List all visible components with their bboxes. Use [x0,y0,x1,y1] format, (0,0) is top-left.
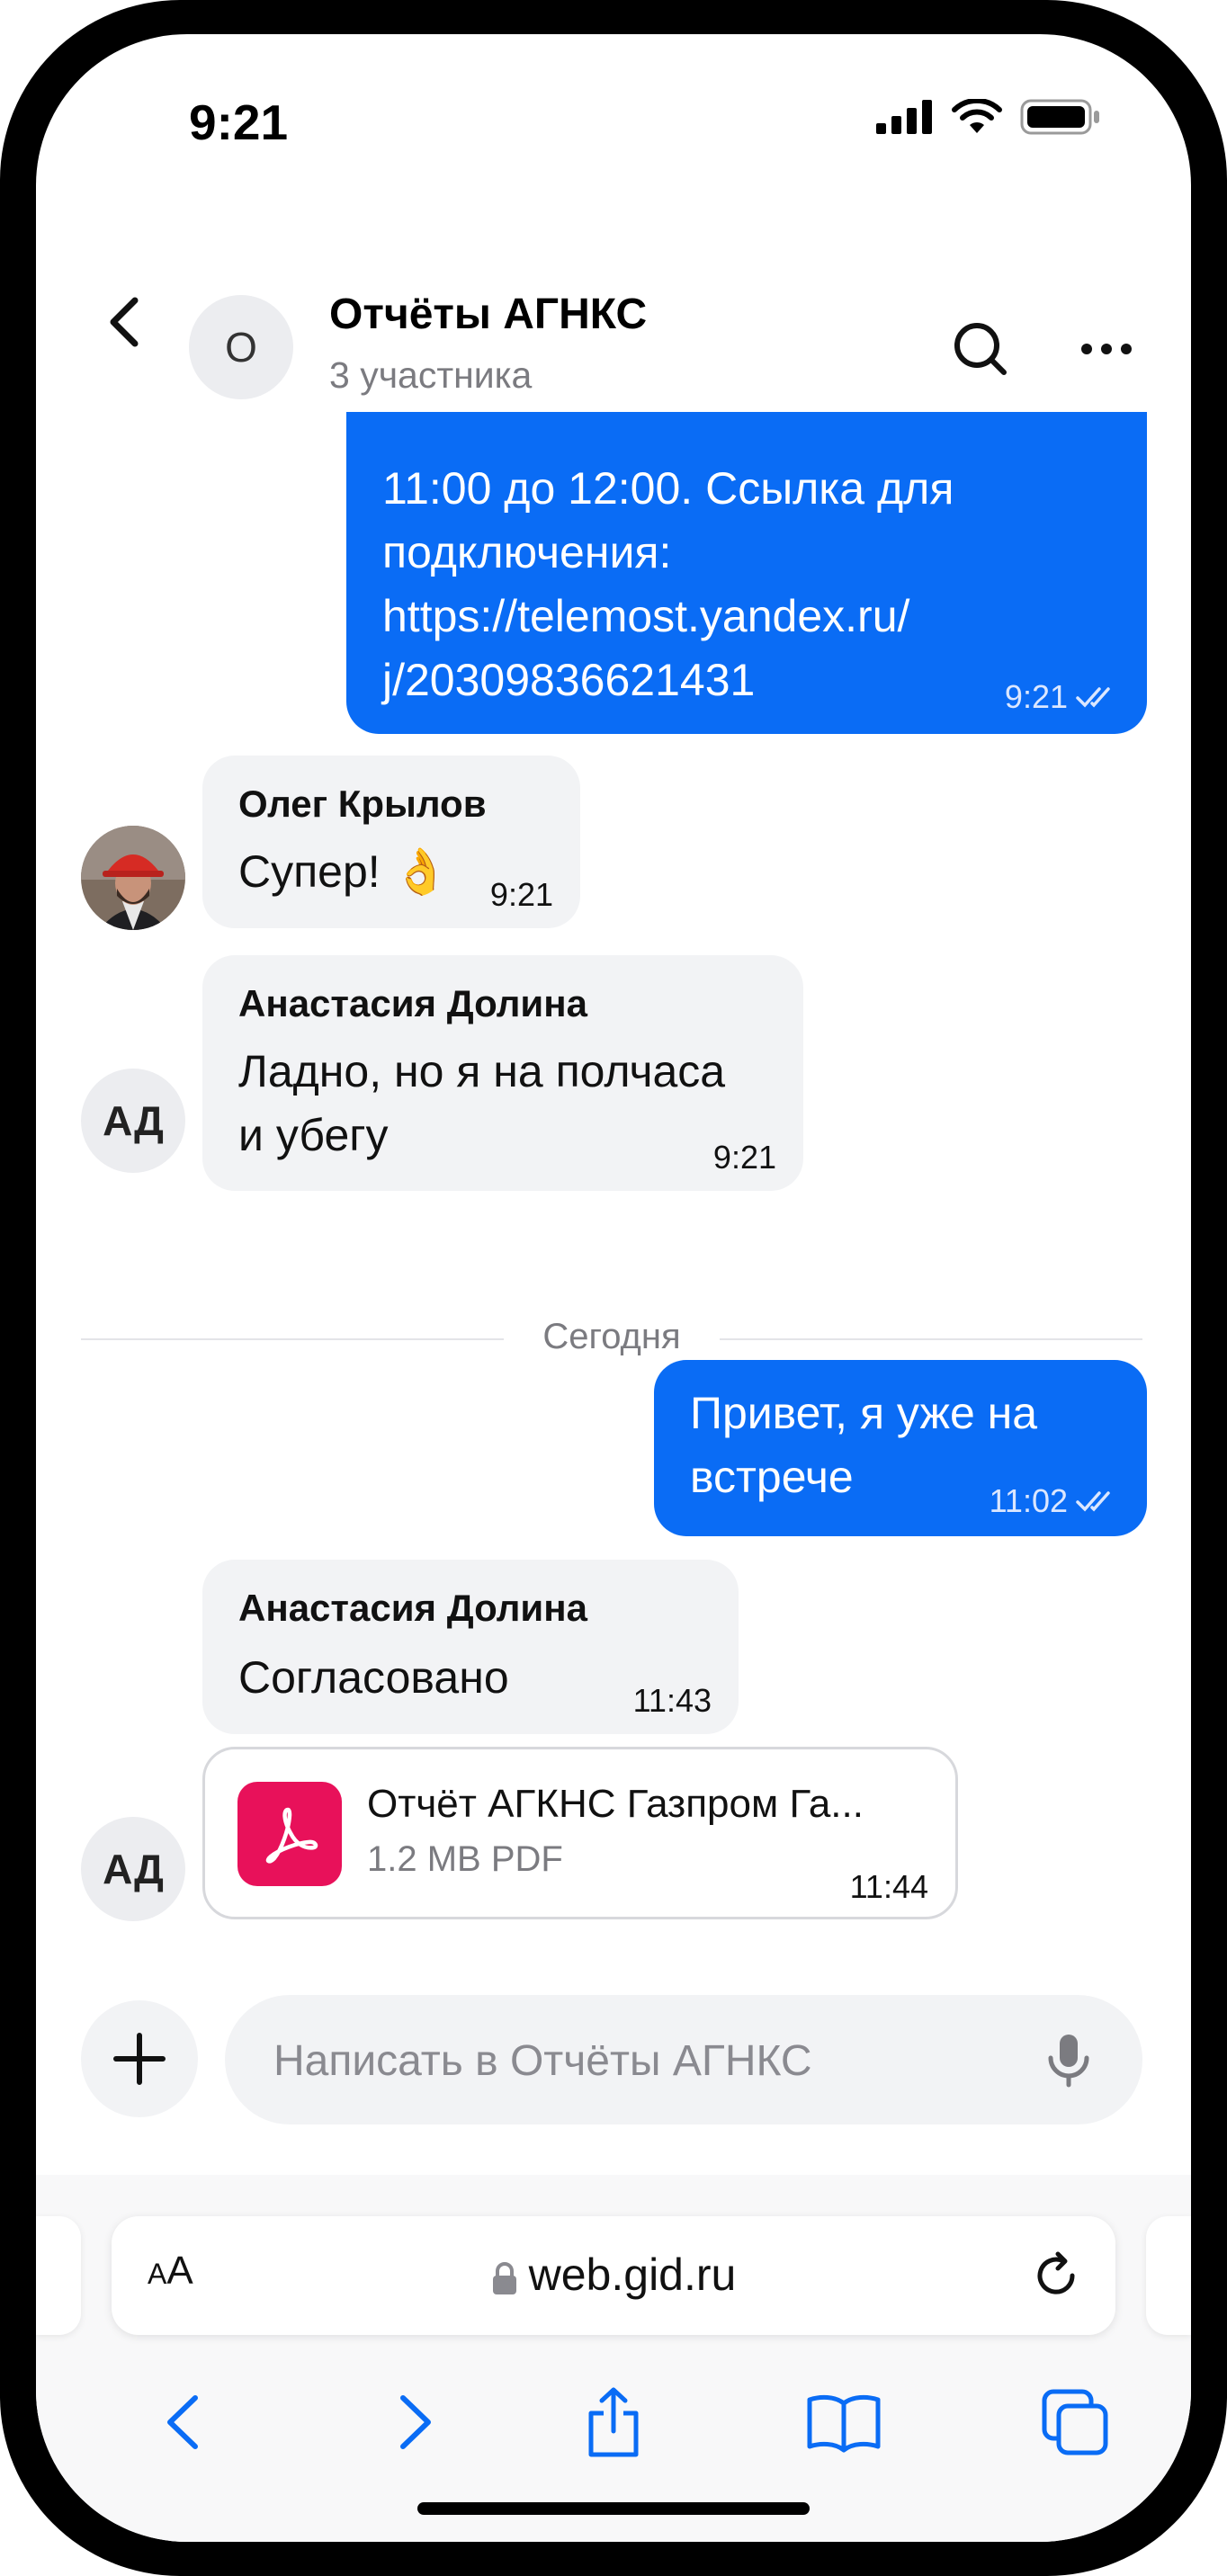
plus-icon [113,2033,166,2085]
double-check-icon [1076,1491,1110,1512]
date-separator: Сегодня [81,1311,1142,1365]
message-incoming[interactable]: Анастасия Долина Согласовано 11:43 [202,1560,739,1734]
share-button[interactable] [573,2382,654,2463]
message-time: 11:02 [990,1482,1120,1520]
message-time: 11:44 [849,1868,928,1905]
battery-icon [1020,99,1099,135]
avatar-anastasia[interactable]: АД [81,1817,185,1921]
chat-subtitle: 3 участника [329,354,533,396]
reload-icon[interactable] [1027,2247,1085,2304]
message-incoming[interactable]: Олег Крылов Супер! 👌 9:21 [202,756,580,928]
tabs-icon [1042,2389,1108,2455]
chat-title[interactable]: Отчёты АГНКС [329,290,647,339]
message-sender: Анастасия Долина [238,982,587,1024]
next-tab-peek[interactable] [1146,2216,1191,2335]
microphone-icon[interactable] [1040,2031,1097,2089]
file-meta: 1.2 MB PDF [367,1839,563,1879]
message-time-label: 11:02 [989,1482,1068,1519]
phone-frame: 9:21 О Отчёты АГНКС 3 участника 11:00 до… [0,0,1227,2576]
message-composer [225,1995,1142,2126]
home-indicator[interactable] [417,2502,810,2515]
cellular-signal-icon [876,100,932,134]
acrobat-icon [265,1807,318,1864]
message-text: Ладно, но я на полчаса и убегу [238,1046,726,1160]
browser-toolbar: AA web.gid.ru [36,2175,1191,2542]
browser-nav-row [36,2364,1191,2472]
share-icon [588,2387,639,2457]
lock-icon [492,2261,516,2294]
message-text: 11:00 до 12:00. Ссылка для подключения: … [382,463,954,705]
status-icons [876,99,1101,135]
message-input[interactable] [272,1995,1013,2126]
url-display[interactable]: web.gid.ru [112,2249,1115,2301]
search-icon[interactable] [945,313,1017,385]
browser-forward-button[interactable] [373,2382,454,2463]
avatar-oleg[interactable] [81,826,185,930]
message-time: 9:21 [489,876,553,913]
chevron-left-icon [167,2395,198,2449]
pdf-icon [237,1782,342,1886]
message-outgoing-link[interactable]: 11:00 до 12:00. Ссылка для подключения: … [346,412,1147,734]
chat-avatar[interactable]: О [189,295,293,399]
screen: 9:21 О Отчёты АГНКС 3 участника 11:00 до… [36,34,1191,2542]
status-time: 9:21 [189,94,289,150]
message-time: 9:21 [1005,678,1120,716]
message-outgoing[interactable]: Привет, я уже на встрече 11:02 [654,1360,1147,1536]
url-text: web.gid.ru [528,2250,737,2300]
chat-header: О Отчёты АГНКС 3 участника [36,250,1191,399]
message-sender: Олег Крылов [238,783,487,825]
user-photo-icon [81,826,185,930]
more-options-icon[interactable] [1070,313,1142,385]
browser-back-button[interactable] [144,2382,225,2463]
chevron-right-icon [400,2395,431,2449]
date-label: Сегодня [542,1317,681,1356]
message-time: 9:21 [712,1139,776,1176]
address-bar[interactable]: AA web.gid.ru [112,2216,1115,2335]
back-icon[interactable] [90,286,162,358]
message-time: 11:43 [632,1682,712,1719]
avatar-anastasia[interactable]: АД [81,1069,185,1173]
file-name: Отчёт АГКНС Газпром Га... [367,1782,864,1826]
message-text: Согласовано [238,1652,509,1703]
message-text: Супер! 👌 [238,846,449,897]
message-incoming[interactable]: Анастасия Долина Ладно, но я на полчаса … [202,955,803,1191]
tabs-button[interactable] [1034,2382,1115,2463]
file-attachment[interactable]: Отчёт АГКНС Газпром Га... 1.2 MB PDF 11:… [202,1747,958,1919]
bookmarks-button[interactable] [803,2382,884,2463]
book-icon [807,2394,881,2453]
message-sender: Анастасия Долина [238,1587,587,1629]
message-time-label: 9:21 [1004,678,1068,715]
double-check-icon [1076,687,1110,708]
add-attachment-button[interactable] [81,2000,198,2117]
previous-tab-peek[interactable] [36,2216,81,2335]
wifi-icon [952,99,1002,133]
